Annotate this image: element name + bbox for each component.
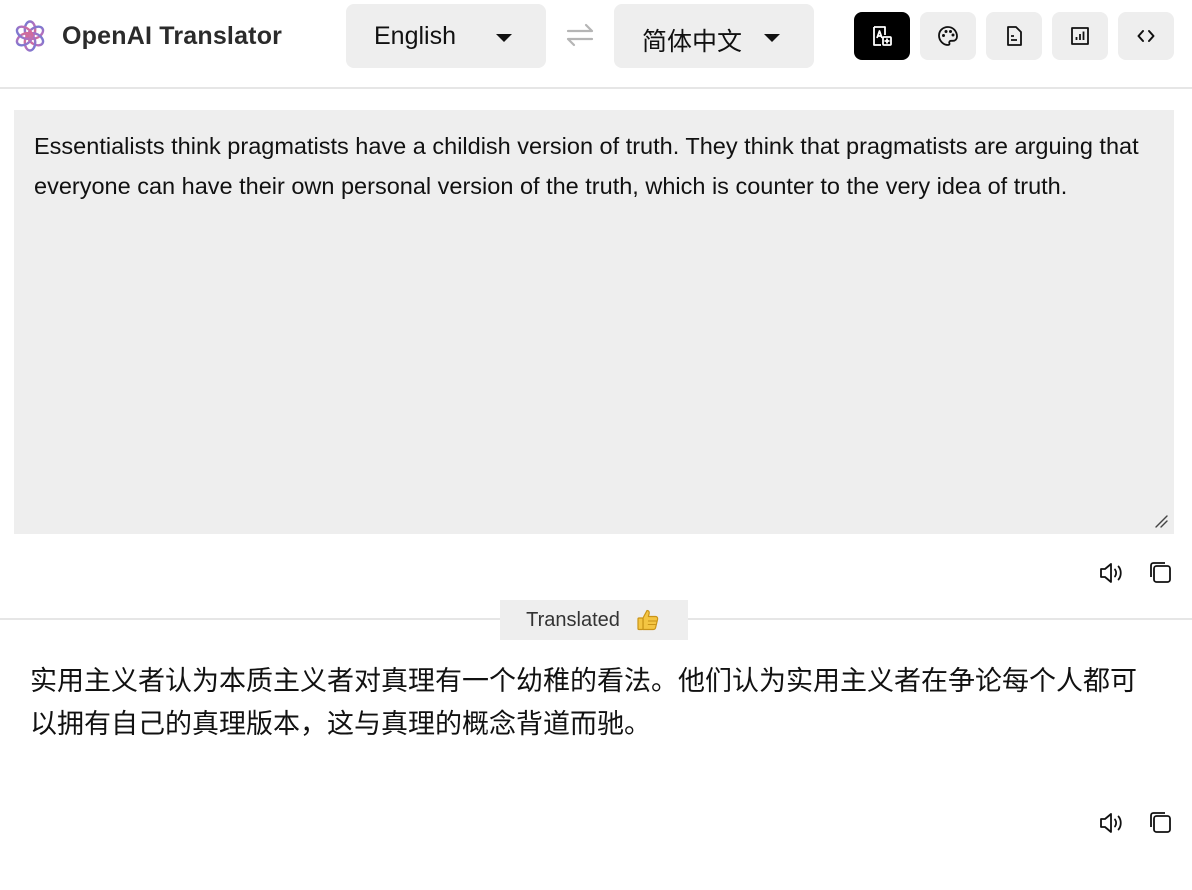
target-language-select[interactable]: 简体中文 <box>614 4 814 68</box>
chevron-down-icon <box>496 34 512 42</box>
copy-icon <box>1150 562 1171 583</box>
code-icon <box>1137 30 1155 42</box>
document-button[interactable] <box>986 12 1042 60</box>
resize-handle-icon[interactable] <box>1154 514 1168 528</box>
target-language-label: 简体中文 <box>642 28 743 56</box>
thumbs-up-icon <box>637 609 659 631</box>
speaker-icon <box>1100 563 1122 583</box>
statistics-button[interactable] <box>1052 12 1108 60</box>
palette-icon <box>938 26 958 46</box>
copy-source-button[interactable] <box>1146 558 1176 588</box>
source-text-input[interactable]: Essentialists think pragmatists have a c… <box>14 110 1174 534</box>
chevron-down-icon <box>764 34 780 42</box>
header-bar: OpenAI Translator English 简体中文 <box>0 0 1192 89</box>
speaker-icon <box>1100 813 1122 833</box>
translation-status-badge: Translated <box>500 600 688 640</box>
swap-languages-icon[interactable] <box>562 20 598 50</box>
copy-translation-button[interactable] <box>1146 808 1176 838</box>
translate-mode-button[interactable] <box>854 12 910 60</box>
copy-icon <box>1150 812 1171 833</box>
translate-mode-icon <box>873 26 892 46</box>
translated-text: 实用主义者认为本质主义者对真理有一个幼稚的看法。他们认为实用主义者在争论每个人都… <box>30 666 1137 739</box>
source-text: Essentialists think pragmatists have a c… <box>34 133 1139 199</box>
source-language-select[interactable]: English <box>346 4 546 68</box>
status-label: Translated <box>526 608 620 631</box>
openai-logo-icon <box>15 20 45 52</box>
source-code-button[interactable] <box>1118 12 1174 60</box>
source-language-label: English <box>374 22 456 50</box>
chart-icon <box>1071 27 1089 45</box>
app-title: OpenAI Translator <box>62 22 283 50</box>
speak-translation-button[interactable] <box>1096 808 1126 838</box>
document-icon <box>1007 26 1022 46</box>
theme-button[interactable] <box>920 12 976 60</box>
speak-source-button[interactable] <box>1096 558 1126 588</box>
